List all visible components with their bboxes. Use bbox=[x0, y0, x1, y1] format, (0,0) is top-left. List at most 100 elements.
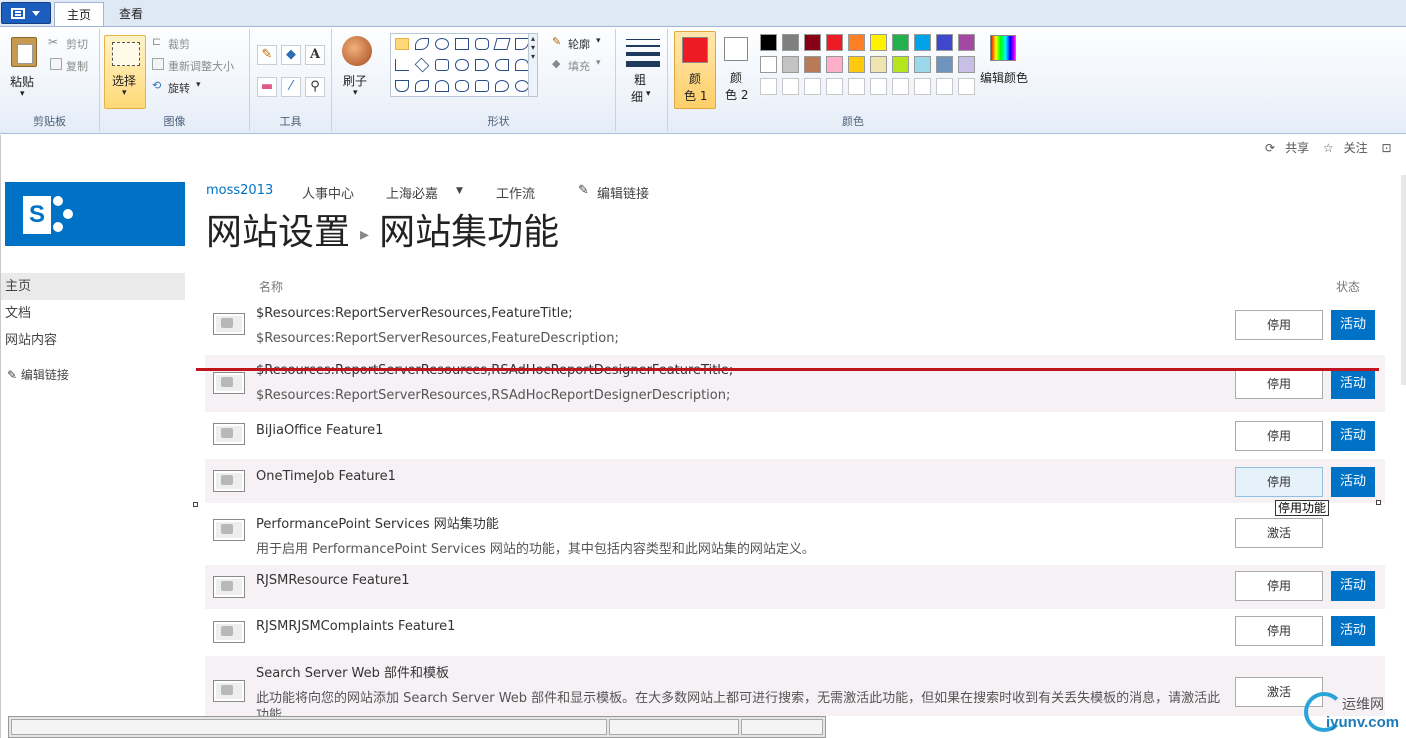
topnav-item[interactable]: 人事中心 bbox=[302, 183, 354, 202]
rectangle-callout-shape-icon[interactable] bbox=[475, 80, 489, 92]
oval-shape-icon[interactable] bbox=[435, 38, 449, 50]
active-status-button[interactable]: 活动 bbox=[1331, 310, 1375, 340]
quicklaunch-item-home[interactable]: 主页 bbox=[1, 273, 185, 300]
rectangle-shape-icon[interactable] bbox=[455, 38, 469, 50]
active-status-button[interactable]: 活动 bbox=[1331, 616, 1375, 646]
color-2-button[interactable]: 颜 色 2 bbox=[720, 31, 754, 109]
palette-empty-swatch[interactable] bbox=[826, 78, 843, 95]
palette-empty-swatch[interactable] bbox=[914, 78, 931, 95]
palette-empty-swatch[interactable] bbox=[892, 78, 909, 95]
oval-callout-shape-icon[interactable] bbox=[495, 80, 509, 92]
color-picker-icon[interactable]: ⁄ bbox=[281, 77, 301, 97]
deactivate-button[interactable]: 停用 bbox=[1235, 421, 1323, 451]
palette-empty-swatch[interactable] bbox=[870, 78, 887, 95]
shapes-scroll[interactable]: ▴ ▾ ▾ bbox=[528, 33, 538, 97]
palette-empty-swatch[interactable] bbox=[782, 78, 799, 95]
copy-button[interactable]: 复制 bbox=[48, 57, 98, 73]
palette-color-swatch[interactable] bbox=[870, 56, 887, 73]
chevron-down-icon[interactable]: ▼ bbox=[456, 186, 463, 196]
deactivate-button[interactable]: 停用 bbox=[1235, 616, 1323, 646]
topnav-item[interactable]: 上海必嘉 bbox=[386, 183, 438, 202]
active-status-button[interactable]: 活动 bbox=[1331, 421, 1375, 451]
polygon-shape-icon[interactable] bbox=[493, 38, 511, 50]
topnav-item[interactable]: 工作流 bbox=[496, 183, 535, 202]
active-status-button[interactable]: 活动 bbox=[1331, 467, 1375, 497]
pencil-icon[interactable]: ✎ bbox=[257, 45, 277, 65]
follow-link[interactable]: 关注 bbox=[1344, 141, 1368, 155]
edit-colors-button[interactable]: 编辑颜色 bbox=[978, 31, 1032, 109]
focus-icon[interactable]: ⊡ bbox=[1382, 141, 1392, 155]
brushes-button[interactable]: 刷子 ▾ bbox=[334, 31, 380, 107]
drawn-red-line[interactable] bbox=[196, 368, 1379, 371]
diamond-shape-icon[interactable] bbox=[414, 57, 430, 73]
palette-color-swatch[interactable] bbox=[936, 34, 953, 51]
palette-color-swatch[interactable] bbox=[804, 34, 821, 51]
palette-color-swatch[interactable] bbox=[892, 34, 909, 51]
star-icon[interactable]: ☆ bbox=[1323, 141, 1334, 155]
palette-color-swatch[interactable] bbox=[782, 56, 799, 73]
active-status-button[interactable]: 活动 bbox=[1331, 571, 1375, 601]
palette-color-swatch[interactable] bbox=[848, 34, 865, 51]
active-status-button[interactable]: 活动 bbox=[1331, 369, 1375, 399]
vertical-scrollbar[interactable] bbox=[1401, 175, 1406, 385]
palette-empty-swatch[interactable] bbox=[848, 78, 865, 95]
breadcrumb-site-settings[interactable]: 网站设置 bbox=[206, 212, 350, 253]
palette-color-swatch[interactable] bbox=[826, 56, 843, 73]
palette-color-swatch[interactable] bbox=[958, 34, 975, 51]
paint-app-menu-button[interactable] bbox=[1, 2, 51, 24]
right-triangle-shape-icon[interactable] bbox=[395, 59, 409, 71]
size-button[interactable]: 粗 细 ▾ bbox=[618, 31, 666, 111]
palette-color-swatch[interactable] bbox=[826, 34, 843, 51]
palette-color-swatch[interactable] bbox=[848, 56, 865, 73]
crop-button[interactable]: ⊏ 裁剪 bbox=[152, 35, 212, 51]
palette-color-swatch[interactable] bbox=[804, 56, 821, 73]
fill-button[interactable]: ◆ 填充 ▾ bbox=[552, 57, 612, 73]
palette-empty-swatch[interactable] bbox=[804, 78, 821, 95]
deactivate-button[interactable]: 停用 bbox=[1235, 571, 1323, 601]
cloud-callout-shape-icon[interactable] bbox=[515, 80, 529, 92]
palette-color-swatch[interactable] bbox=[914, 56, 931, 73]
palette-empty-swatch[interactable] bbox=[958, 78, 975, 95]
tab-home[interactable]: 主页 bbox=[54, 2, 105, 27]
up-arrow-shape-icon[interactable] bbox=[515, 59, 529, 71]
fill-bucket-icon[interactable]: ◆ bbox=[281, 45, 301, 65]
palette-color-swatch[interactable] bbox=[914, 34, 931, 51]
curve-shape-icon[interactable] bbox=[415, 38, 429, 50]
down-arrow-shape-icon[interactable] bbox=[395, 80, 409, 92]
palette-empty-swatch[interactable] bbox=[760, 78, 777, 95]
sync-icon[interactable]: ⟳ bbox=[1265, 141, 1275, 155]
horizontal-scrollbar[interactable] bbox=[8, 716, 826, 738]
rounded-rectangle-shape-icon[interactable] bbox=[475, 38, 489, 50]
share-link[interactable]: 共享 bbox=[1285, 141, 1309, 155]
palette-empty-swatch[interactable] bbox=[936, 78, 953, 95]
select-button[interactable]: 选择 ▾ bbox=[104, 35, 146, 109]
edit-links-top[interactable]: 编辑链接 bbox=[597, 183, 649, 202]
line-shape-icon[interactable] bbox=[395, 38, 409, 50]
text-icon[interactable]: A bbox=[305, 45, 325, 65]
palette-color-swatch[interactable] bbox=[782, 34, 799, 51]
left-arrow-shape-icon[interactable] bbox=[495, 59, 509, 71]
palette-color-swatch[interactable] bbox=[870, 34, 887, 51]
five-point-star-shape-icon[interactable] bbox=[435, 80, 449, 92]
deactivate-button[interactable]: 停用 bbox=[1235, 369, 1323, 399]
pentagon-shape-icon[interactable] bbox=[435, 59, 449, 71]
palette-color-swatch[interactable] bbox=[760, 56, 777, 73]
eraser-icon[interactable]: ▬ bbox=[257, 77, 277, 97]
quicklaunch-item-documents[interactable]: 文档 bbox=[1, 300, 185, 327]
four-point-star-shape-icon[interactable] bbox=[415, 80, 429, 92]
quicklaunch-item-site-contents[interactable]: 网站内容 bbox=[1, 327, 185, 354]
paste-button[interactable]: 粘贴 ▾ bbox=[2, 31, 44, 107]
resize-button[interactable]: 重新调整大小 bbox=[152, 57, 248, 73]
line-handle-start[interactable] bbox=[193, 502, 198, 507]
outline-button[interactable]: ✎ 轮廓 ▾ bbox=[552, 35, 612, 51]
color-1-button[interactable]: 颜 色 1 bbox=[674, 31, 716, 109]
triangle-shape-icon[interactable] bbox=[515, 38, 529, 50]
hexagon-shape-icon[interactable] bbox=[455, 59, 469, 71]
cut-button[interactable]: ✂ 剪切 bbox=[48, 35, 98, 51]
rotate-button[interactable]: ⟲ 旋转 ▾ bbox=[152, 79, 212, 95]
palette-color-swatch[interactable] bbox=[892, 56, 909, 73]
deactivate-button[interactable]: 停用 bbox=[1235, 310, 1323, 340]
palette-color-swatch[interactable] bbox=[958, 56, 975, 73]
activate-button[interactable]: 激活 bbox=[1235, 518, 1323, 548]
magnifier-icon[interactable]: ⚲ bbox=[305, 77, 325, 97]
